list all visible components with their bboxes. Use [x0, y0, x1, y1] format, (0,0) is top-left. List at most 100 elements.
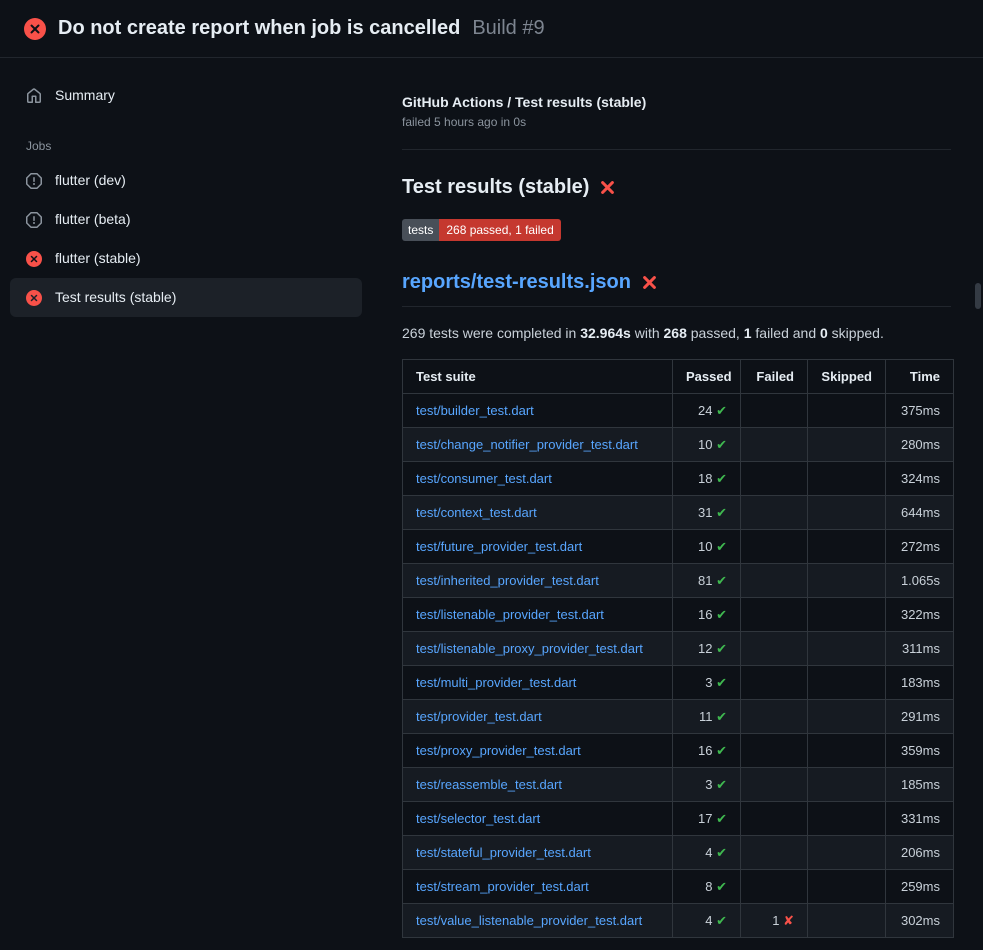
sidebar-item-label: Test results (stable) [55, 289, 176, 306]
passed-cell: 11 ✔ [673, 700, 741, 734]
time-cell: 359ms [886, 734, 954, 768]
test-suite-link[interactable]: test/context_test.dart [416, 505, 537, 520]
failed-status-icon [24, 18, 46, 40]
failed-cell [741, 666, 808, 700]
time-cell: 1.065s [886, 564, 954, 598]
test-suite-link[interactable]: test/builder_test.dart [416, 403, 534, 418]
passed-count: 81 [698, 573, 712, 588]
passed-cell: 8 ✔ [673, 870, 741, 904]
table-row: test/provider_test.dart 11 ✔ 291ms [403, 700, 954, 734]
failed-cell [741, 870, 808, 904]
test-suite-link[interactable]: test/value_listenable_provider_test.dart [416, 913, 642, 928]
skipped-cell [808, 530, 886, 564]
sidebar-item-flutter-beta[interactable]: flutter (beta) [10, 200, 362, 239]
scrollbar-thumb[interactable] [975, 283, 981, 309]
skipped-cell [808, 632, 886, 666]
sidebar-item-flutter-stable[interactable]: flutter (stable) [10, 239, 362, 278]
passed-count: 17 [698, 811, 712, 826]
passed-cell: 3 ✔ [673, 768, 741, 802]
failed-count: 1 [772, 913, 779, 928]
table-row: test/change_notifier_provider_test.dart … [403, 428, 954, 462]
time-cell: 259ms [886, 870, 954, 904]
time-value: 183ms [901, 675, 940, 690]
passed-count: 18 [698, 471, 712, 486]
table-row: test/builder_test.dart 24 ✔ 375ms [403, 394, 954, 428]
test-suite-link[interactable]: test/reassemble_test.dart [416, 777, 562, 792]
time-value: 359ms [901, 743, 940, 758]
test-suite-link[interactable]: test/stateful_provider_test.dart [416, 845, 591, 860]
check-icon: ✔ [716, 743, 727, 758]
test-suite-link[interactable]: test/future_provider_test.dart [416, 539, 582, 554]
skipped-cell [808, 768, 886, 802]
suite-cell: test/value_listenable_provider_test.dart [403, 904, 673, 938]
suite-cell: test/consumer_test.dart [403, 462, 673, 496]
sidebar-item-summary[interactable]: Summary [10, 76, 362, 115]
test-suite-link[interactable]: test/listenable_provider_test.dart [416, 607, 604, 622]
check-icon: ✔ [716, 539, 727, 554]
test-suite-link[interactable]: test/change_notifier_provider_test.dart [416, 437, 638, 452]
passed-cell: 10 ✔ [673, 428, 741, 462]
test-suite-link[interactable]: test/multi_provider_test.dart [416, 675, 576, 690]
passed-count: 16 [698, 743, 712, 758]
passed-count: 3 [705, 777, 712, 792]
failed-cell [741, 836, 808, 870]
time-value: 259ms [901, 879, 940, 894]
time-value: 311ms [902, 641, 940, 656]
test-suite-link[interactable]: test/consumer_test.dart [416, 471, 552, 486]
test-suite-link[interactable]: test/provider_test.dart [416, 709, 542, 724]
sidebar: Summary Jobs flutter (dev) flutter (beta… [0, 58, 372, 317]
sidebar-item-label: flutter (dev) [55, 172, 126, 189]
build-number: Build #9 [472, 17, 544, 40]
x-icon [599, 179, 616, 196]
x-icon [641, 274, 658, 291]
time-cell: 644ms [886, 496, 954, 530]
passed-cell: 24 ✔ [673, 394, 741, 428]
test-suite-link[interactable]: test/selector_test.dart [416, 811, 540, 826]
sidebar-item-label: flutter (stable) [55, 250, 141, 267]
test-suite-link[interactable]: test/proxy_provider_test.dart [416, 743, 581, 758]
time-value: 302ms [901, 913, 940, 928]
check-icon: ✔ [716, 403, 727, 418]
time-cell: 375ms [886, 394, 954, 428]
failed-cell [741, 394, 808, 428]
time-cell: 324ms [886, 462, 954, 496]
failed-cell: 1 ✘ [741, 904, 808, 938]
test-results-table: Test suite Passed Failed Skipped Time te… [402, 359, 954, 938]
suite-cell: test/proxy_provider_test.dart [403, 734, 673, 768]
col-header-time: Time [886, 360, 954, 394]
cancelled-status-icon [26, 212, 42, 228]
time-cell: 183ms [886, 666, 954, 700]
time-cell: 185ms [886, 768, 954, 802]
skipped-cell [808, 394, 886, 428]
test-suite-link[interactable]: test/stream_provider_test.dart [416, 879, 589, 894]
workflow-run-title: Do not create report when job is cancell… [58, 17, 460, 40]
sidebar-item-label: Summary [55, 87, 115, 104]
failed-cell [741, 700, 808, 734]
test-suite-link[interactable]: test/inherited_provider_test.dart [416, 573, 599, 588]
table-header-row: Test suite Passed Failed Skipped Time [403, 360, 954, 394]
passed-cell: 31 ✔ [673, 496, 741, 530]
section-title: Test results (stable) [402, 176, 951, 199]
table-row: test/value_listenable_provider_test.dart… [403, 904, 954, 938]
failed-cell [741, 564, 808, 598]
col-header-test-suite: Test suite [403, 360, 673, 394]
suite-cell: test/inherited_provider_test.dart [403, 564, 673, 598]
test-suite-link[interactable]: test/listenable_proxy_provider_test.dart [416, 641, 643, 656]
skipped-cell [808, 462, 886, 496]
check-icon: ✔ [716, 913, 727, 928]
skipped-cell [808, 836, 886, 870]
sidebar-item-flutter-dev[interactable]: flutter (dev) [10, 161, 362, 200]
failed-cell [741, 734, 808, 768]
passed-cell: 81 ✔ [673, 564, 741, 598]
failed-cell [741, 462, 808, 496]
suite-cell: test/listenable_provider_test.dart [403, 598, 673, 632]
failed-cell [741, 496, 808, 530]
run-status-line: failed 5 hours ago in 0s [402, 115, 951, 129]
skipped-cell [808, 802, 886, 836]
passed-cell: 4 ✔ [673, 904, 741, 938]
skipped-cell [808, 904, 886, 938]
sidebar-item-label: flutter (beta) [55, 211, 130, 228]
report-file-link[interactable]: reports/test-results.json [402, 271, 631, 294]
time-value: 185ms [901, 777, 940, 792]
sidebar-item-test-results-stable[interactable]: Test results (stable) [10, 278, 362, 317]
